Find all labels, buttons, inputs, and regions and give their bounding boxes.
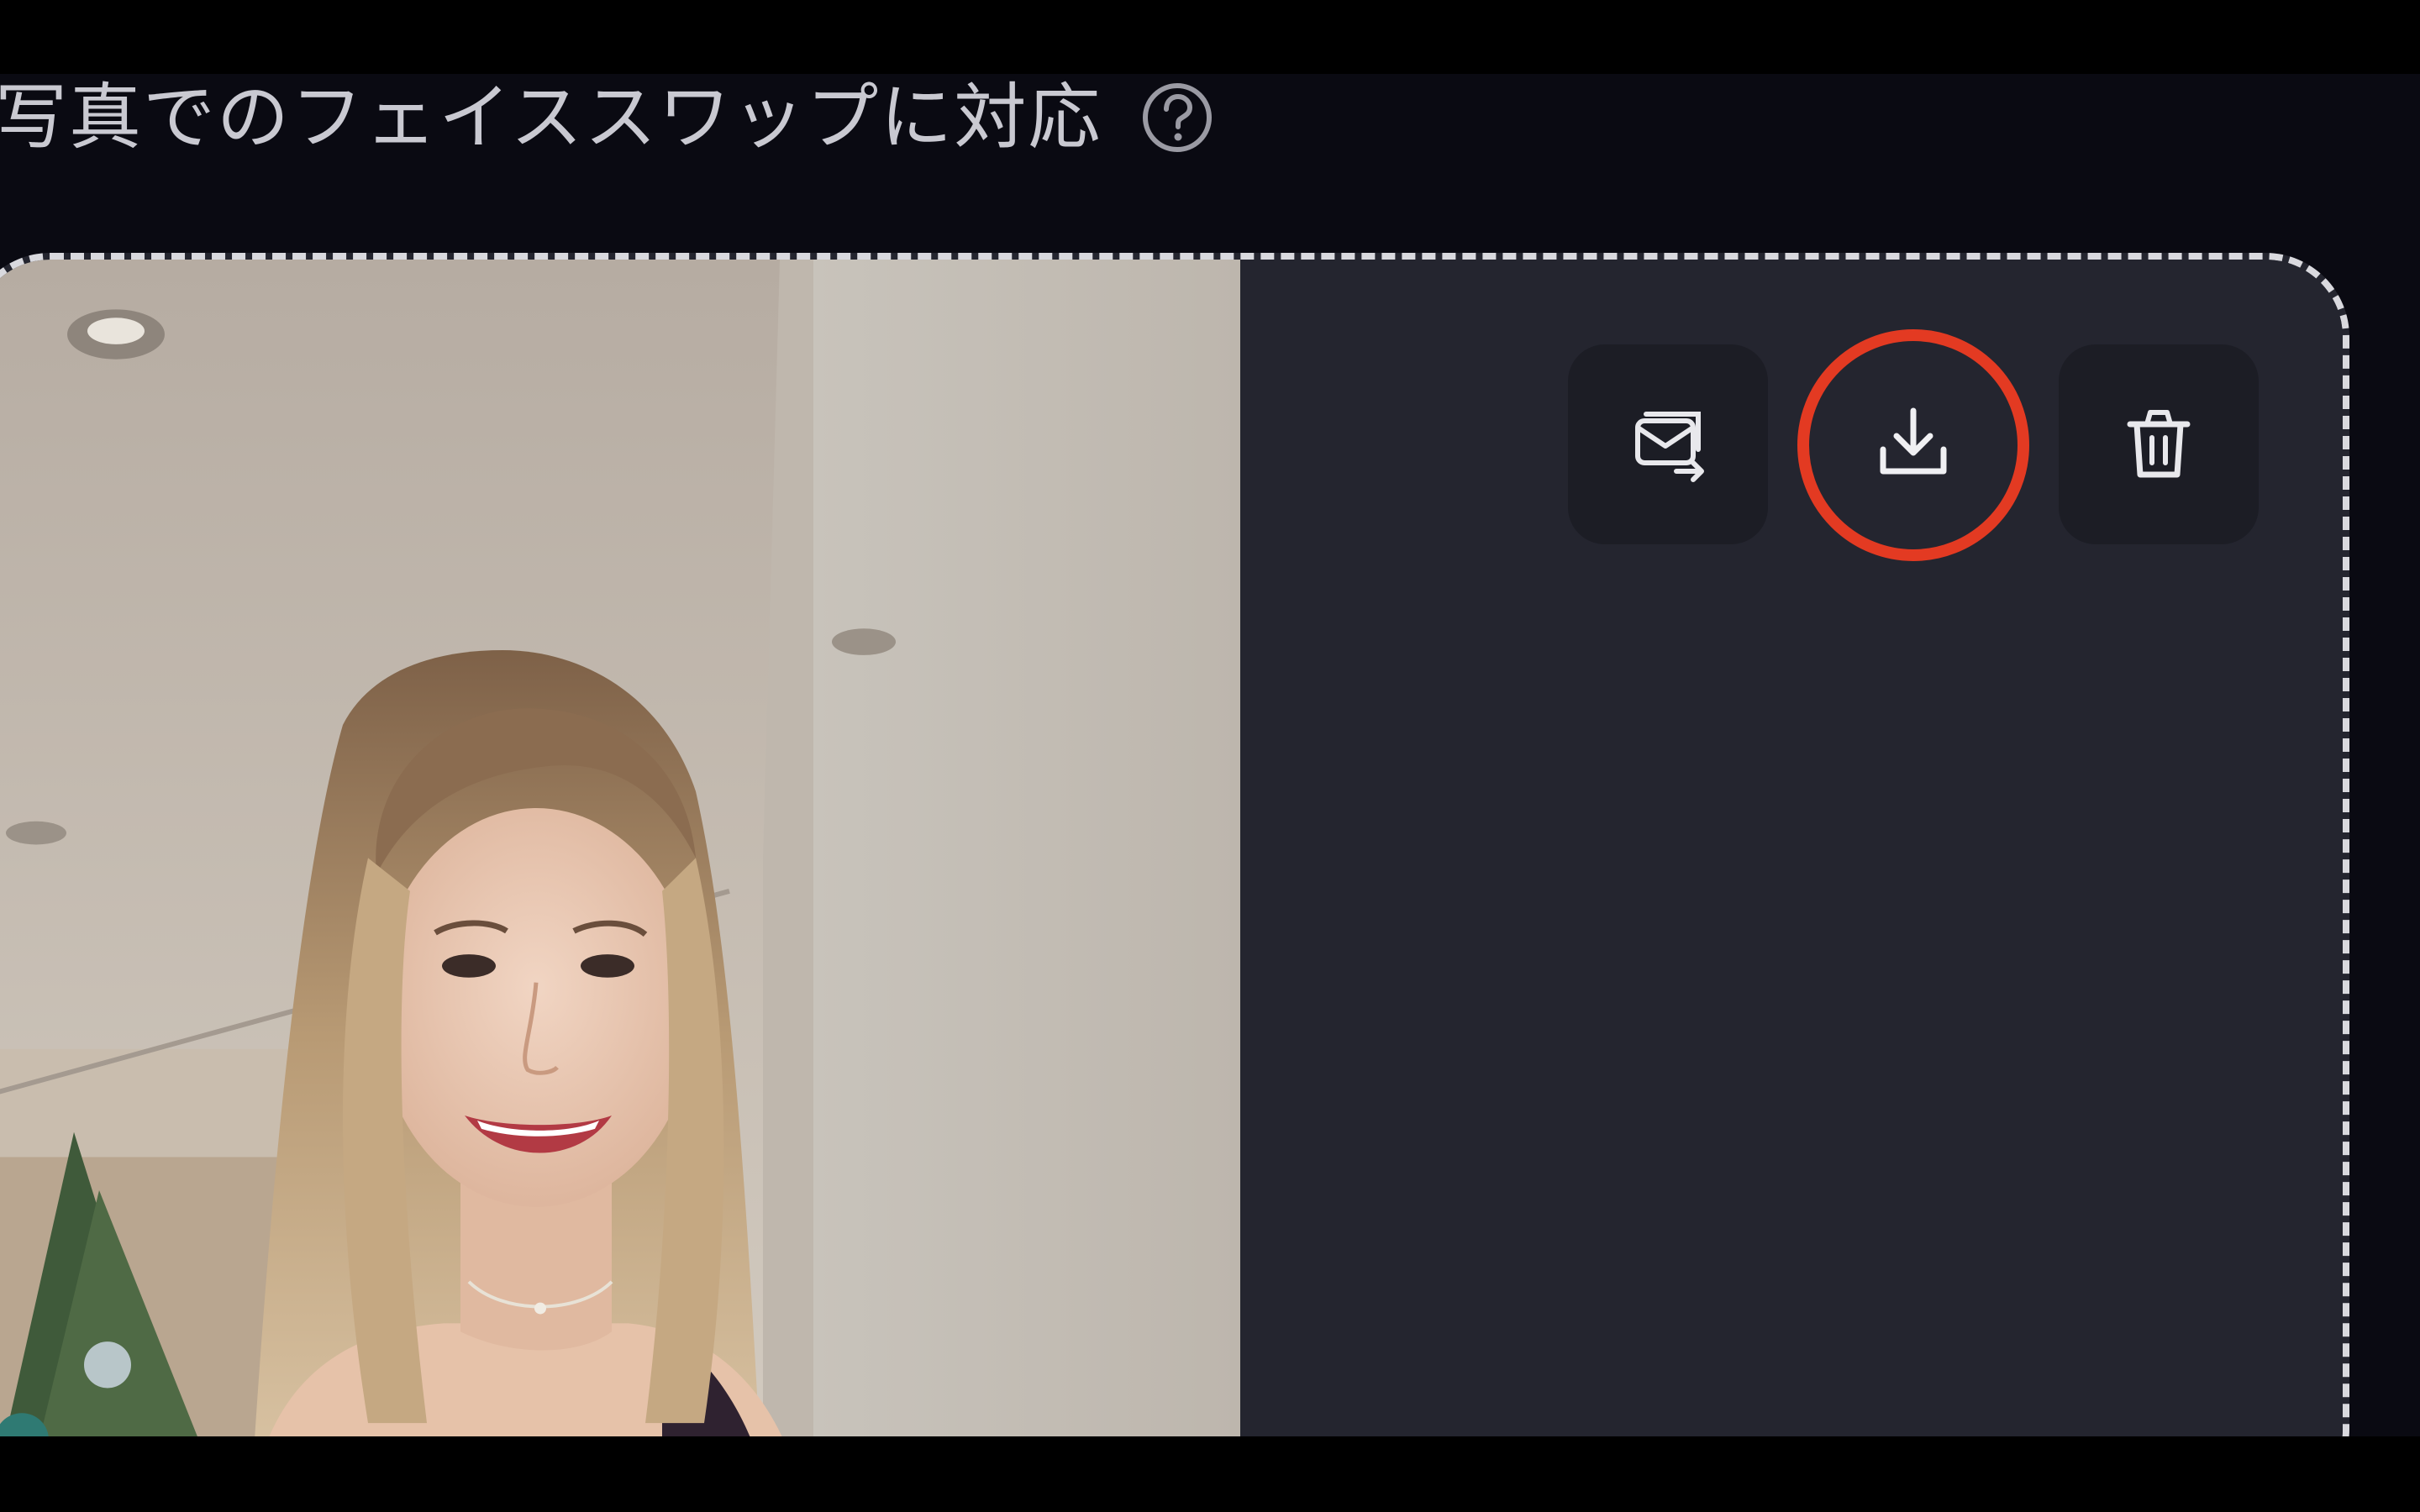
share-button[interactable] [1568,344,1768,544]
letterbox-bottom [0,1436,2420,1512]
share-email-icon [1628,402,1708,486]
letterbox-top [0,0,2420,74]
download-button[interactable] [1813,344,2013,544]
trash-icon [2118,402,2199,486]
headline: 写真でのフェイススワップに対応 [0,81,1214,155]
delete-button[interactable] [2059,344,2259,544]
app-window: 写真でのフェイススワップに対応 [0,74,2420,1436]
question-circle-icon[interactable] [1140,81,1214,155]
download-icon [1873,402,1954,486]
result-photo [0,260,1240,1436]
headline-text: 写真でのフェイススワップに対応 [0,76,1102,160]
